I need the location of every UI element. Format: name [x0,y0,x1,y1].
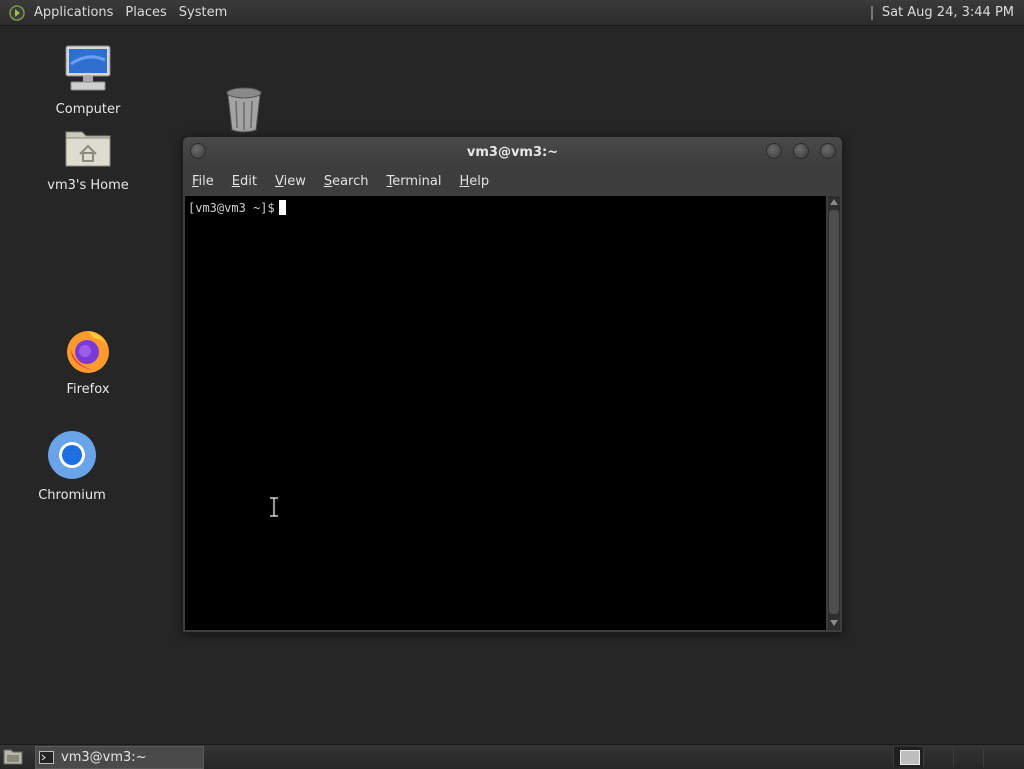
trash-icon [226,87,262,133]
workspace-4[interactable] [983,747,1013,767]
menu-mnemonic: E [231,174,240,189]
terminal-icon [39,751,54,764]
close-button[interactable] [820,143,836,159]
menu-label-rest: erminal [392,174,442,189]
menu-label-rest: ile [198,174,214,189]
applications-logo-icon[interactable] [9,4,25,21]
menu-view[interactable]: View [266,171,315,193]
menu-mnemonic: V [274,174,284,189]
top-panel: Applications Places System Sat Aug 24, 3… [0,0,1024,26]
workspace-switcher[interactable] [893,747,1017,767]
terminal-scrollbar[interactable] [828,196,840,630]
clock-area: Sat Aug 24, 3:44 PM [870,0,1014,25]
workspace-1[interactable] [893,747,923,767]
show-desktop-icon[interactable] [3,748,23,765]
scroll-up-arrow-icon[interactable] [830,199,838,205]
terminal-menubar: File Edit View Search Terminal Help [183,171,498,193]
bottom-panel: vm3@vm3:~ [0,744,1024,769]
desktop-icon-label: vm3's Home [47,178,129,193]
menu-edit[interactable]: Edit [223,171,266,193]
chromium-icon [48,431,96,479]
shell-prompt: [vm3@vm3 ~]$ [188,200,286,215]
scrollbar-thumb[interactable] [829,210,839,614]
terminal-window[interactable]: vm3@vm3:~ File Edit View Search Terminal… [182,136,843,633]
menu-label-rest: iew [283,174,306,189]
desktop-icon-firefox[interactable]: Firefox [33,326,143,397]
menu-terminal[interactable]: Terminal [378,171,451,193]
menu-mnemonic: H [459,174,470,189]
menu-search[interactable]: Search [315,171,378,193]
workspace-window-preview [900,750,920,765]
menu-label-rest: earch [332,174,369,189]
desktop-icon-trash[interactable] [189,86,299,138]
system-menu[interactable]: System [173,0,233,25]
firefox-icon [67,331,109,373]
desktop-icon-label: Chromium [38,488,106,503]
desktop-icon-home[interactable]: vm3's Home [33,126,143,193]
desktop-icon-computer[interactable]: Computer [33,44,143,117]
terminal-output[interactable]: [vm3@vm3 ~]$ [185,196,826,630]
menu-mnemonic: S [323,174,333,189]
places-menu[interactable]: Places [119,0,172,25]
desktop-icon-chromium[interactable]: Chromium [17,430,127,503]
window-titlebar[interactable]: vm3@vm3:~ [183,137,842,167]
taskbar-item-terminal[interactable]: vm3@vm3:~ [35,746,204,769]
applications-menu[interactable]: Applications [28,0,119,25]
window-title: vm3@vm3:~ [466,145,559,160]
computer-icon [65,45,111,91]
workspace-3[interactable] [953,747,983,767]
prompt-text: [vm3@vm3 ~]$ [188,201,275,215]
minimize-button[interactable] [766,143,782,159]
panel-separator [870,5,873,20]
menu-help[interactable]: Help [450,171,498,193]
workspace-2[interactable] [923,747,953,767]
menu-file[interactable]: File [183,171,223,193]
clock[interactable]: Sat Aug 24, 3:44 PM [882,5,1014,20]
menu-label-rest: dit [240,174,257,189]
maximize-button[interactable] [793,143,809,159]
home-folder-icon [65,131,111,167]
menu-label-rest: elp [469,174,490,189]
taskbar-item-label: vm3@vm3:~ [61,750,147,765]
text-cursor [278,200,286,215]
scroll-down-arrow-icon[interactable] [830,620,838,626]
text-select-cursor-icon [270,497,278,517]
desktop-icon-label: Firefox [66,382,110,397]
desktop-icon-label: Computer [55,102,121,117]
